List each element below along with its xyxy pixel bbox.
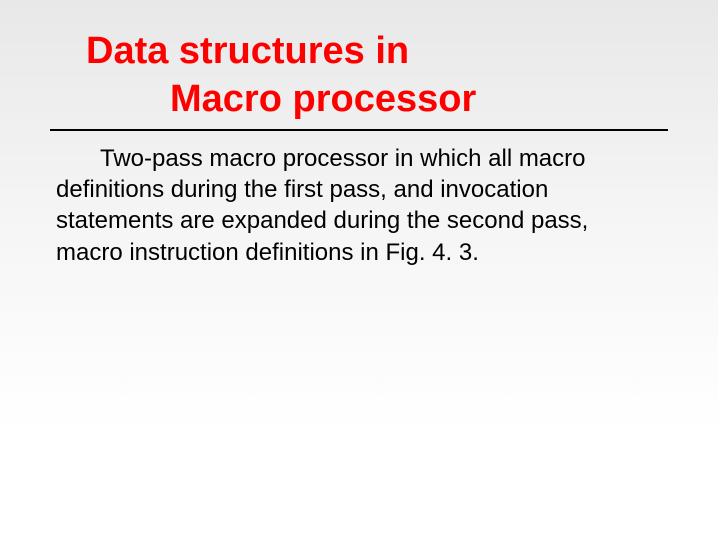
slide: Data structures in Macro processor Two-p…: [0, 0, 718, 539]
body-text: Two-pass macro processor in which all ma…: [56, 145, 588, 266]
title-line-2: Macro processor: [86, 76, 668, 124]
slide-title: Data structures in Macro processor: [50, 28, 668, 123]
title-underline: [50, 129, 668, 131]
title-line-1: Data structures in: [86, 28, 668, 76]
slide-body: Two-pass macro processor in which all ma…: [50, 143, 668, 268]
